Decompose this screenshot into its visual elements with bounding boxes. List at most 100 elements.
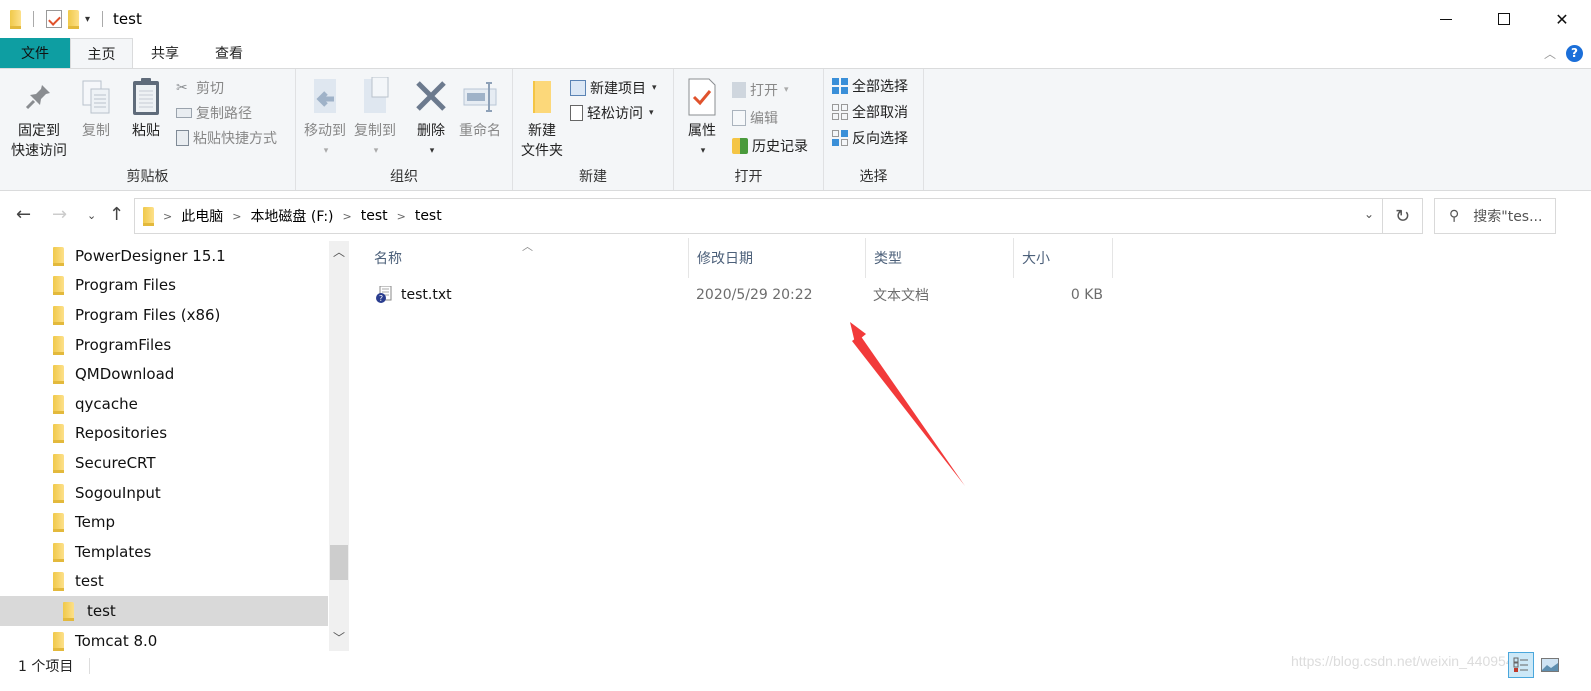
chevron-right-icon[interactable]: > [232, 210, 241, 223]
collapse-ribbon-icon[interactable]: ︿ [1544, 45, 1556, 62]
group-label-new: 新建 [579, 169, 607, 185]
nav-tree-item[interactable]: Temp [0, 507, 328, 537]
new-item-button[interactable]: 新建项目 ▾ [570, 77, 657, 99]
breadcrumb-local-disk[interactable]: 本地磁盘 (F:) [250, 206, 333, 226]
nav-tree-item[interactable]: PowerDesigner 15.1 [0, 241, 328, 271]
nav-tree-item-label: test [75, 572, 104, 591]
nav-tree-item[interactable]: Templates [0, 537, 328, 567]
chevron-right-icon[interactable]: > [163, 210, 172, 223]
copy-path-icon [176, 108, 192, 118]
nav-tree-item-label: qycache [75, 394, 138, 413]
nav-tree-item-label: SecureCRT [75, 453, 156, 472]
breadcrumb-test[interactable]: test [361, 208, 388, 224]
nav-tree-item[interactable]: qycache [0, 389, 328, 419]
folder-icon [53, 453, 64, 473]
file-type: 文本文档 [873, 288, 929, 304]
new-folder-button[interactable]: 新建 文件夹 [519, 77, 565, 161]
watermark: https://blog.csdn.net/weixin_44095457 [1291, 653, 1530, 669]
copy-to-button[interactable]: 复制到 ▾ [352, 77, 398, 161]
delete-button[interactable]: 删除 ▾ [412, 77, 450, 161]
easy-access-button[interactable]: 轻松访问 ▾ [570, 102, 654, 124]
back-button[interactable]: ← [16, 204, 31, 225]
history-icon [732, 138, 748, 154]
scroll-down-icon[interactable]: ﹀ [329, 629, 349, 649]
nav-scrollbar[interactable]: ︿ ﹀ [329, 241, 349, 651]
copy-button[interactable]: 复制 [78, 77, 114, 141]
folder-icon [53, 335, 64, 355]
edit-button[interactable]: 编辑 [732, 107, 778, 129]
nav-tree-item[interactable]: test [0, 567, 328, 597]
open-button[interactable]: 打开 ▾ [732, 79, 789, 101]
scroll-up-icon[interactable]: ︿ [329, 243, 349, 263]
nav-tree-item[interactable]: Repositories [0, 419, 328, 449]
nav-tree-item[interactable]: SecureCRT [0, 448, 328, 478]
column-header-modified[interactable]: 修改日期 [689, 238, 866, 278]
help-icon[interactable]: ? [1566, 44, 1583, 62]
history-button[interactable]: 历史记录 [732, 135, 808, 157]
ribbon-tabs: 文件 主页 共享 查看 [0, 38, 1591, 68]
properties-check-icon[interactable] [46, 10, 62, 28]
close-button[interactable]: ✕ [1533, 0, 1591, 38]
nav-tree-item[interactable]: Tomcat 8.0 [0, 626, 328, 651]
file-row[interactable]: ? test.txt 2020/5/29 20:22 文本文档 0 KB [366, 282, 1112, 308]
nav-tree-item[interactable]: Program Files [0, 271, 328, 301]
folder-icon [143, 207, 154, 226]
search-input[interactable]: ⚲ 搜索"tes... [1434, 198, 1556, 234]
maximize-button[interactable] [1475, 0, 1533, 38]
copy-path-button[interactable]: 复制路径 [176, 102, 252, 124]
paste-button[interactable]: 粘贴 [126, 77, 166, 141]
chevron-right-icon[interactable]: > [397, 210, 406, 223]
tab-view[interactable]: 查看 [197, 38, 261, 68]
tab-file[interactable]: 文件 [0, 38, 70, 68]
paste-shortcut-button[interactable]: 粘贴快捷方式 [176, 127, 277, 149]
search-icon: ⚲ [1449, 208, 1460, 224]
rename-button[interactable]: 重命名 [456, 77, 504, 141]
column-header-size[interactable]: 大小 [1014, 238, 1113, 278]
breadcrumb-test-current[interactable]: test [415, 208, 442, 224]
nav-tree-item[interactable]: SogouInput [0, 478, 328, 508]
select-none-button[interactable]: 全部取消 [832, 101, 908, 123]
nav-tree-item[interactable]: test [0, 596, 328, 626]
column-header-name[interactable]: 名称 [366, 238, 689, 278]
chevron-right-icon[interactable]: > [343, 210, 352, 223]
file-name[interactable]: test.txt [401, 287, 452, 303]
folder-icon [53, 631, 64, 651]
divider [102, 11, 104, 27]
nav-tree-item[interactable]: Program Files (x86) [0, 300, 328, 330]
recent-locations-button[interactable]: ⌄ [87, 209, 96, 222]
nav-tree-item[interactable]: ProgramFiles [0, 330, 328, 360]
new-folder-icon[interactable] [68, 10, 79, 29]
refresh-button[interactable]: ↻ [1383, 198, 1423, 234]
file-size: 0 KB [1070, 287, 1103, 303]
pin-quick-access-button[interactable]: 固定到 快速访问 [8, 77, 70, 161]
new-item-dropdown-icon: ▾ [652, 83, 657, 93]
tab-home[interactable]: 主页 [70, 38, 133, 68]
folder-icon [53, 394, 64, 414]
cut-button[interactable]: ✂ 剪切 [176, 77, 224, 99]
details-view-button[interactable] [1508, 652, 1534, 678]
column-header-type[interactable]: 类型 [866, 238, 1014, 278]
invert-selection-button[interactable]: 反向选择 [832, 127, 908, 149]
properties-icon [688, 78, 716, 116]
select-all-button[interactable]: 全部选择 [832, 75, 908, 97]
forward-button[interactable]: → [52, 204, 67, 225]
edit-icon [732, 110, 746, 126]
up-button[interactable]: ↑ [109, 204, 124, 225]
minimize-button[interactable] [1417, 0, 1475, 38]
move-to-button[interactable]: 移动到 ▾ [302, 77, 348, 161]
customize-dropdown-icon[interactable]: ▾ [85, 14, 90, 25]
properties-button[interactable]: 属性 ▾ [682, 77, 722, 161]
group-new: 新建 文件夹 新建项目 ▾ 轻松访问 ▾ 新建 [513, 69, 674, 190]
address-dropdown-icon[interactable]: ⌄ [1364, 207, 1374, 221]
folder-icon [53, 483, 64, 503]
breadcrumb-this-pc[interactable]: 此电脑 [181, 206, 223, 226]
tab-share[interactable]: 共享 [133, 38, 197, 68]
group-open: 属性 ▾ 打开 ▾ 编辑 历史记录 打开 [674, 69, 824, 190]
nav-tree-item[interactable]: QMDownload [0, 359, 328, 389]
ribbon: 固定到 快速访问 复制 粘贴 ✂ 剪切 复制路径 粘贴快捷方式 剪贴板 移动到 … [0, 68, 1591, 191]
scrollbar-thumb[interactable] [330, 545, 348, 580]
delete-dropdown-icon: ▾ [429, 146, 435, 156]
large-icons-view-button[interactable] [1537, 652, 1563, 678]
group-label-open: 打开 [734, 169, 763, 185]
address-bar[interactable]: > 此电脑 > 本地磁盘 (F:) > test > test ⌄ [134, 198, 1383, 234]
